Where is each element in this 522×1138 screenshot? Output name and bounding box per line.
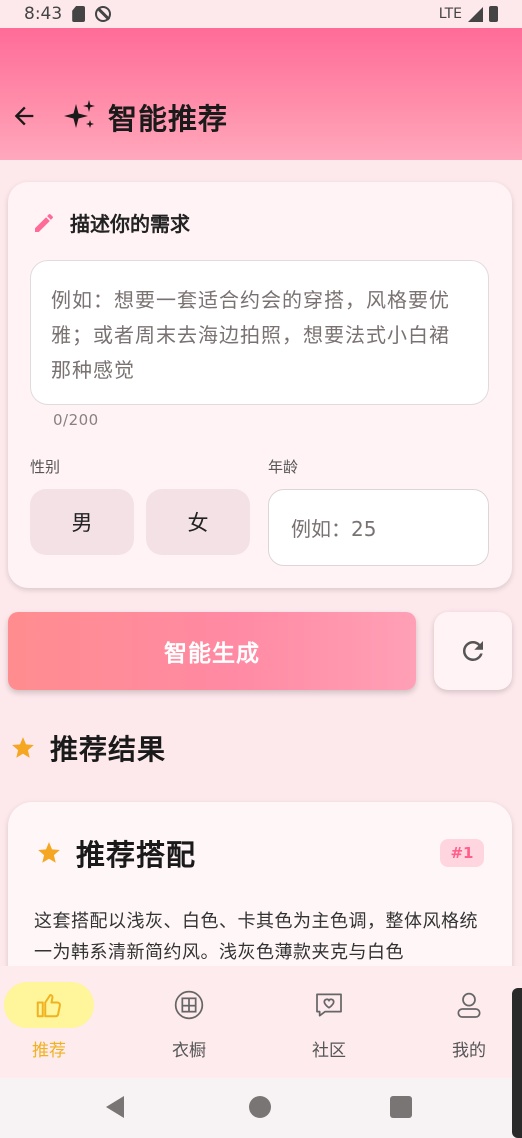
nav-label-wardrobe: 衣橱 [172,1041,206,1061]
gender-label: 性别 [30,458,61,476]
system-nav-bar [0,1078,522,1138]
thumbs-up-icon [36,994,61,1018]
age-input[interactable]: 例如：25 [268,489,489,566]
char-counter: 0/200 [53,411,99,429]
nav-label-profile: 我的 [452,1041,486,1061]
person-icon [457,992,481,1018]
status-bar: 8:43 LTE [0,0,522,28]
page-title: 智能推荐 [108,102,229,136]
generate-button[interactable]: 智能生成 [8,612,416,690]
result-description: 这套搭配以浅灰、白色、卡其色为主色调，整体风格统一为韩系清新简约风。浅灰色薄款夹… [34,911,478,963]
chat-heart-icon [316,993,342,1017]
nav-active-indicator [4,982,94,1028]
bottom-nav: 推荐 衣橱 社区 我的 [0,966,522,1078]
nav-item-recommend[interactable]: 推荐 [0,966,114,1078]
nav-label-community: 社区 [312,1041,346,1061]
refresh-button[interactable] [434,612,512,690]
result-card-header: 推荐搭配 [36,832,196,874]
system-back-icon[interactable] [106,1096,124,1118]
signal-icon [468,6,483,22]
status-left: 8:43 [24,4,112,24]
status-right: LTE [439,6,498,22]
nav-label-recommend: 推荐 [32,1041,66,1061]
nav-icon-holder [424,982,514,1028]
results-header: 推荐结果 [10,728,166,768]
request-title: 描述你的需求 [70,212,190,236]
app-header: 智能推荐 [0,28,522,160]
blocked-icon [95,6,112,22]
star-icon [38,842,60,863]
nav-item-profile[interactable]: 我的 [404,966,522,1078]
request-placeholder: 例如：想要一套适合约会的穿搭，风格要优雅；或者周末去海边拍照，想要法式小白裙那种… [51,288,450,382]
rank-badge: #1 [440,839,484,867]
request-header: 描述你的需求 [32,208,190,237]
request-card: 描述你的需求 例如：想要一套适合约会的穿搭，风格要优雅；或者周末去海边拍照，想要… [8,182,512,588]
back-button[interactable] [8,100,40,132]
gender-female-button[interactable]: 女 [146,489,250,555]
status-time: 8:43 [24,4,63,24]
age-label: 年龄 [268,458,299,476]
nav-item-community[interactable]: 社区 [264,966,394,1078]
nav-item-wardrobe[interactable]: 衣橱 [124,966,254,1078]
nav-icon-holder [144,982,234,1028]
result-card-title: 推荐搭配 [76,838,197,872]
battery-icon [489,6,498,22]
edge-panel-handle[interactable] [512,988,522,1138]
network-type: LTE [438,6,462,22]
sd-card-icon [72,6,86,22]
refresh-icon [462,641,483,661]
star-icon [12,737,34,758]
gender-male-button[interactable]: 男 [30,489,134,555]
wardrobe-icon [174,990,204,1020]
sparkle-icon [64,100,95,128]
pencil-icon [35,213,54,232]
arrow-left-icon [14,106,34,126]
system-home-icon[interactable] [249,1096,271,1118]
request-textarea[interactable]: 例如：想要一套适合约会的穿搭，风格要优雅；或者周末去海边拍照，想要法式小白裙那种… [30,260,489,405]
system-recents-icon[interactable] [390,1096,412,1118]
nav-icon-holder [284,982,374,1028]
results-title: 推荐结果 [50,733,167,766]
